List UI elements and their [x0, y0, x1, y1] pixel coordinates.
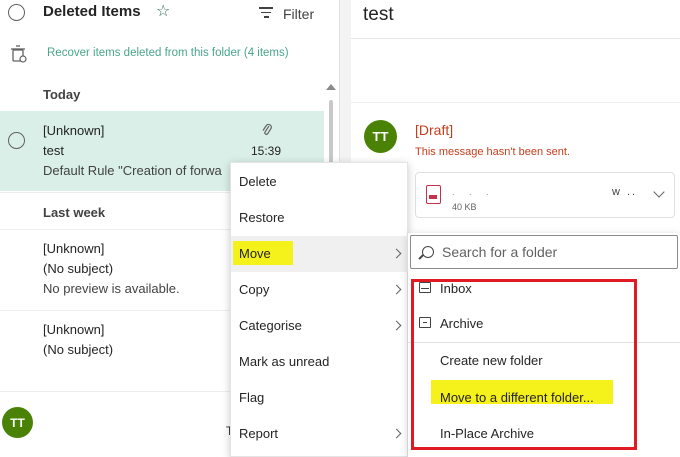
menu-item-delete[interactable]: Delete [231, 164, 409, 200]
chevron-down-icon[interactable] [653, 186, 665, 198]
attachment-card[interactable]: . . . w .. 40 KB [415, 172, 675, 218]
message-preview: No preview is available. [43, 281, 180, 296]
scroll-up-arrow[interactable] [326, 84, 336, 90]
folder-item-archive[interactable]: Archive [408, 306, 680, 342]
message-sender: [Unknown] [43, 241, 105, 256]
select-all-checkbox[interactable] [8, 4, 25, 21]
menu-item-label: Delete [239, 174, 277, 189]
chevron-right-icon [391, 320, 402, 331]
move-to-different-folder-item[interactable]: Move to a different folder... [408, 380, 680, 416]
star-icon[interactable]: ☆ [156, 3, 170, 21]
menu-item-move[interactable]: Move [231, 236, 409, 272]
list-header: Deleted Items ☆ Filter [0, 0, 339, 30]
folder-item-label: Archive [440, 316, 484, 331]
inbox-icon [419, 282, 431, 293]
menu-item-label: Report [239, 426, 279, 441]
context-menu: Delete Restore Move Copy Categorise Mark… [230, 162, 409, 457]
folder-item-label: Move to a different folder... [440, 390, 594, 405]
create-new-folder-item[interactable]: Create new folder [408, 343, 680, 379]
draft-label[interactable]: [Draft] [415, 122, 453, 138]
menu-item-categorise[interactable]: Categorise [231, 308, 409, 344]
folder-item-label: Inbox [440, 281, 472, 296]
menu-item-flag[interactable]: Flag [231, 380, 409, 416]
menu-item-label: Move [239, 246, 271, 261]
message-time: 15:39 [251, 144, 282, 158]
message-preview: Default Rule "Creation of forwa [43, 163, 222, 178]
menu-item-label: Copy [239, 282, 270, 297]
menu-item-restore[interactable]: Restore [231, 200, 409, 236]
chevron-right-icon [391, 284, 402, 295]
folder-search-box[interactable] [410, 235, 678, 269]
attachment-filename-redacted: . . . [452, 187, 495, 197]
folder-item-label: In-Place Archive [440, 426, 534, 441]
move-submenu: Inbox Archive Create new folder Move to … [408, 233, 680, 457]
folder-item-inbox[interactable]: Inbox [408, 271, 680, 307]
pdf-file-icon [426, 185, 441, 204]
menu-item-copy[interactable]: Copy [231, 272, 409, 308]
menu-item-label: Flag [239, 390, 265, 405]
recover-deleted-items-link[interactable]: Recover items deleted from this folder (… [47, 47, 289, 59]
archive-icon [419, 317, 431, 328]
menu-item-label: Categorise [239, 318, 302, 333]
filter-icon[interactable] [259, 7, 273, 18]
folder-item-in-place-archive[interactable]: In-Place Archive [408, 416, 680, 452]
divider [351, 38, 680, 39]
message-subject: test [43, 143, 64, 158]
message-subject: (No subject) [43, 261, 114, 276]
group-label-last-week: Last week [43, 205, 106, 220]
folder-title: Deleted Items [43, 3, 141, 20]
recover-items-icon[interactable] [10, 44, 27, 63]
message-title: test [363, 4, 394, 25]
avatar[interactable]: TT [2, 407, 33, 438]
attachment-icon [262, 123, 272, 135]
folder-search-input[interactable] [442, 243, 667, 261]
menu-item-report[interactable]: Report [231, 416, 409, 452]
search-icon [422, 246, 434, 258]
message-subject: (No subject) [43, 342, 114, 357]
draft-note: This message hasn't been sent. [415, 146, 570, 158]
menu-item-label: Restore [239, 210, 285, 225]
attachment-filename: w .. [612, 186, 638, 198]
chevron-right-icon [391, 428, 402, 439]
menu-item-mark-as-unread[interactable]: Mark as unread [231, 344, 409, 380]
filter-button[interactable]: Filter [283, 6, 314, 22]
group-label-today: Today [43, 87, 81, 102]
divider [351, 102, 680, 103]
chevron-right-icon [391, 248, 402, 259]
message-sender: [Unknown] [43, 123, 105, 138]
sender-avatar[interactable]: TT [364, 120, 397, 153]
message-sender: [Unknown] [43, 322, 105, 337]
attachment-size: 40 KB [452, 202, 477, 212]
menu-item-label: Mark as unread [239, 354, 330, 369]
folder-item-label: Create new folder [440, 353, 543, 368]
message-select-radio[interactable] [8, 132, 25, 149]
